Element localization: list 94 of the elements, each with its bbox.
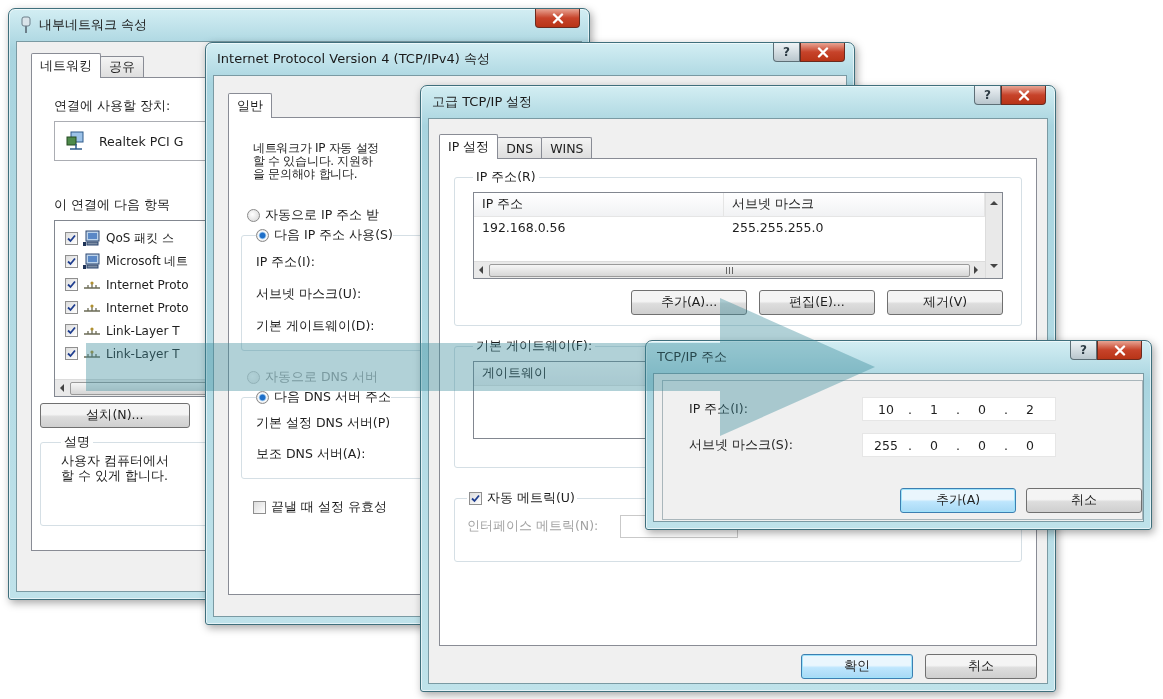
ip-octet: 0 — [1024, 437, 1035, 453]
dot-separator: . — [956, 437, 960, 453]
field-label: IP 주소(I): — [689, 400, 749, 418]
field-label: 인터페이스 메트릭(N): — [467, 518, 599, 535]
device-name: Realtek PCI G — [99, 133, 184, 149]
ip-octet: 0 — [977, 437, 987, 453]
ip-octet: 2 — [1024, 401, 1035, 417]
close-icon — [551, 12, 564, 24]
checkbox[interactable] — [469, 492, 482, 505]
computer-icon — [83, 253, 101, 270]
dot-separator: . — [1003, 401, 1008, 417]
dot-separator: . — [908, 401, 912, 417]
option-label: 다음 IP 주소 사용(S) — [274, 227, 393, 244]
checkbox[interactable] — [65, 278, 78, 291]
list-item-label: Link-Layer T — [106, 323, 180, 338]
checkbox[interactable] — [65, 347, 78, 360]
field-label: 서브넷 마스크(U): — [256, 285, 362, 303]
close-button[interactable] — [535, 9, 580, 28]
dot-separator: . — [908, 437, 912, 453]
tab[interactable]: WINS — [541, 137, 593, 158]
close-icon — [816, 46, 829, 58]
help-button[interactable]: ? — [974, 86, 1001, 105]
list-item-label: Internet Proto — [106, 300, 189, 315]
close-button[interactable] — [800, 43, 845, 62]
ip-octet: 0 — [929, 437, 939, 453]
field-label: 기본 게이트웨이(D): — [256, 317, 375, 335]
protocol-icon — [83, 326, 101, 335]
field-label: 이 연결에 다음 항목 — [54, 197, 170, 214]
dialog-button[interactable]: 확인 — [801, 654, 913, 679]
close-button[interactable] — [1097, 341, 1142, 360]
tab[interactable]: IP 설정 — [439, 134, 499, 159]
dot-separator: . — [956, 401, 960, 417]
dot-separator: . — [1003, 437, 1008, 453]
checkbox[interactable] — [65, 324, 78, 337]
table-cell-text: 255.255.255.0 — [731, 219, 825, 235]
option-label: 자동으로 IP 주소 받 — [265, 206, 380, 224]
close-icon — [1017, 89, 1030, 101]
ip-address-field[interactable]: 255 . 0 . 0 . 0 — [862, 433, 1056, 457]
field-label: 서브넷 마스크(S): — [689, 436, 794, 454]
checkbox-label: 자동 메트릭(U) — [487, 490, 575, 507]
ip-octet: 1 — [929, 401, 939, 417]
dialog-button[interactable]: 취소 — [1026, 488, 1142, 513]
dialog-button[interactable]: 추가(A) — [900, 488, 1016, 513]
description-text: 사용자 컴퓨터에서 할 수 있게 합니다. — [61, 453, 169, 483]
list-item-label: Microsoft 네트 — [106, 253, 189, 270]
protocol-icon — [83, 303, 101, 312]
grip-icon — [725, 266, 734, 274]
group-label: 설명 — [64, 434, 90, 449]
group-label: 기본 게이트웨이(F): — [476, 338, 593, 353]
checkbox[interactable] — [65, 232, 78, 245]
dialog-button[interactable]: 설치(N)... — [40, 403, 190, 428]
ip-octet: 255 — [873, 437, 899, 453]
list-item-label: Link-Layer T — [106, 346, 180, 361]
field-label: 연결에 사용할 장치: — [54, 98, 171, 115]
column-header: IP 주소 — [474, 193, 724, 216]
close-button[interactable] — [1001, 86, 1046, 105]
list-item-label: QoS 패킷 스 — [106, 230, 175, 247]
table-cell-text: 192.168.0.56 — [481, 219, 567, 235]
dialog-button[interactable]: 취소 — [925, 654, 1037, 679]
checkbox[interactable] — [253, 501, 266, 514]
computer-icon — [83, 230, 101, 247]
window-title: 내부네트워크 속성 — [39, 16, 148, 34]
description-text: 네트워크가 IP 자동 설정 할 수 있습니다. 지원하 을 문의해야 합니다. — [253, 142, 380, 181]
help-button[interactable]: ? — [1070, 341, 1097, 360]
radio-button[interactable] — [256, 229, 269, 242]
protocol-icon — [83, 280, 101, 289]
checkbox-label: 끝낼 때 설정 유효성 — [271, 499, 387, 516]
list-item-label: Internet Proto — [106, 277, 189, 292]
tab[interactable]: 일반 — [228, 93, 272, 118]
ip-octet: 10 — [877, 401, 895, 417]
ip-address-field[interactable]: 10 . 1 . 0 . 2 — [862, 397, 1056, 421]
window-title: 고급 TCP/IP 설정 — [432, 93, 533, 111]
plug-icon — [20, 16, 32, 34]
tab[interactable]: DNS — [497, 137, 543, 158]
tab[interactable]: 네트워킹 — [31, 53, 101, 78]
field-label: 기본 설정 DNS 서버(P) — [256, 415, 391, 432]
tab[interactable]: 공유 — [100, 56, 144, 77]
ip-octet: 0 — [977, 401, 987, 417]
dialog-button[interactable]: 추가(A)... — [631, 290, 747, 315]
close-icon — [1113, 344, 1126, 356]
radio-button[interactable] — [256, 391, 269, 404]
checkbox[interactable] — [65, 301, 78, 314]
field-label: 보조 DNS 서버(A): — [256, 446, 366, 463]
field-label: IP 주소(I): — [256, 253, 315, 271]
checkbox[interactable] — [65, 255, 78, 268]
option-label: 다음 DNS 서버 주소 — [274, 389, 391, 406]
group-label: IP 주소(R) — [476, 169, 536, 184]
protocol-icon — [83, 349, 101, 358]
window-title: Internet Protocol Version 4 (TCP/IPv4) 속성 — [217, 50, 490, 68]
dialog-button[interactable]: 편집(E)... — [759, 290, 875, 315]
radio-button[interactable] — [247, 208, 260, 222]
help-button[interactable]: ? — [773, 43, 800, 62]
dialog-button[interactable]: 제거(V) — [887, 290, 1003, 315]
network-adapter-icon — [65, 130, 87, 152]
